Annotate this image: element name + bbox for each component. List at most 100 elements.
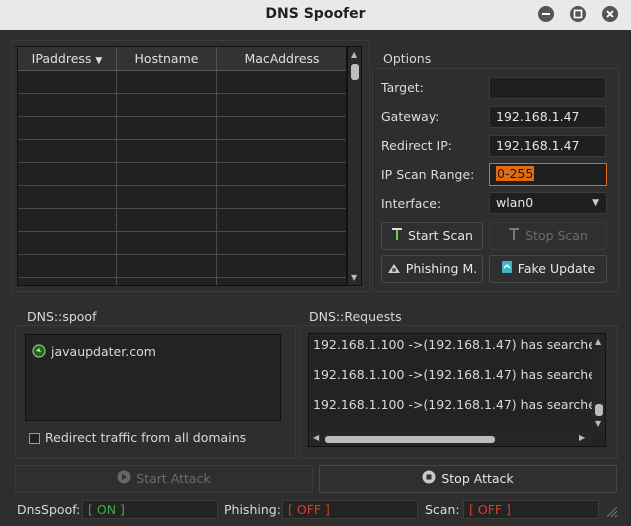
column-header-hostname[interactable]: Hostname bbox=[117, 47, 217, 71]
phishing-button[interactable]: Phishing M. bbox=[381, 255, 483, 283]
close-button[interactable] bbox=[602, 6, 618, 22]
maximize-icon bbox=[573, 9, 583, 19]
table-cell[interactable] bbox=[18, 71, 117, 94]
table-cell[interactable] bbox=[18, 140, 117, 163]
column-header-ipaddress[interactable]: IPaddress ▼ bbox=[18, 47, 117, 71]
table-cell[interactable] bbox=[117, 209, 217, 232]
table-cell[interactable] bbox=[217, 163, 346, 186]
play-icon bbox=[117, 467, 131, 493]
options-title: Options bbox=[383, 51, 432, 66]
gateway-label: Gateway: bbox=[381, 109, 440, 124]
phishing-status-value: [ OFF ] bbox=[282, 500, 418, 519]
dns-requests-title: DNS::Requests bbox=[309, 309, 402, 324]
table-cell[interactable] bbox=[217, 140, 346, 163]
title-bar: DNS Spoofer bbox=[0, 0, 631, 30]
update-icon bbox=[501, 257, 513, 283]
scroll-right-icon[interactable]: ▶ bbox=[579, 433, 585, 442]
scroll-thumb[interactable] bbox=[595, 404, 603, 416]
table-cell[interactable] bbox=[18, 163, 117, 186]
requests-hscrollbar[interactable]: ◀ ▶ bbox=[309, 432, 592, 446]
table-cell[interactable] bbox=[117, 186, 217, 209]
list-item[interactable]: javaupdater.com bbox=[32, 344, 156, 361]
scroll-thumb[interactable] bbox=[325, 436, 495, 443]
scan-status-value: [ OFF ] bbox=[463, 500, 599, 519]
table-cell[interactable] bbox=[217, 186, 346, 209]
requests-list[interactable]: 192.168.1.100 ->(192.168.1.47) has searc… bbox=[308, 333, 606, 447]
list-item[interactable]: 192.168.1.100 ->(192.168.1.47) has searc… bbox=[313, 367, 604, 382]
column-header-macaddress[interactable]: MacAddress bbox=[217, 47, 346, 71]
table-cell[interactable] bbox=[217, 278, 346, 285]
minimize-icon bbox=[542, 13, 550, 15]
table-cell[interactable] bbox=[117, 232, 217, 255]
fake-update-button[interactable]: Fake Update bbox=[489, 255, 607, 283]
table-cell[interactable] bbox=[117, 255, 217, 278]
interface-value: wlan0 bbox=[496, 195, 534, 210]
table-cell[interactable] bbox=[117, 71, 217, 94]
list-item[interactable]: 192.168.1.100 ->(192.168.1.47) has searc… bbox=[313, 397, 604, 412]
interface-label: Interface: bbox=[381, 196, 442, 211]
dns-spoof-title: DNS::spoof bbox=[27, 309, 97, 324]
scan-status-label: Scan: bbox=[425, 502, 460, 517]
host-table[interactable]: IPaddress ▼ Hostname MacAddress bbox=[17, 46, 347, 286]
table-cell[interactable] bbox=[18, 255, 117, 278]
chevron-down-icon: ▼ bbox=[592, 198, 599, 208]
close-icon bbox=[606, 10, 614, 18]
target-label: Target: bbox=[381, 80, 424, 95]
resize-grip-icon[interactable] bbox=[604, 504, 618, 521]
scan-range-value: 0-255 bbox=[496, 166, 535, 181]
scroll-up-icon[interactable]: ▲ bbox=[595, 337, 601, 346]
redirect-all-checkbox[interactable] bbox=[29, 433, 40, 444]
globe-icon bbox=[32, 344, 46, 361]
start-attack-button[interactable]: Start Attack bbox=[15, 465, 313, 493]
redirect-ip-input[interactable]: 192.168.1.47 bbox=[489, 135, 606, 157]
table-cell[interactable] bbox=[18, 209, 117, 232]
table-cell[interactable] bbox=[117, 163, 217, 186]
antenna-icon bbox=[391, 224, 403, 250]
scroll-down-icon[interactable]: ▼ bbox=[595, 419, 601, 428]
scroll-down-icon[interactable]: ▼ bbox=[351, 273, 357, 282]
table-cell[interactable] bbox=[217, 94, 346, 117]
table-cell[interactable] bbox=[117, 117, 217, 140]
phishing-status-label: Phishing: bbox=[224, 502, 281, 517]
table-cell[interactable] bbox=[18, 278, 117, 285]
list-item[interactable]: 192.168.1.100 ->(192.168.1.47) has searc… bbox=[313, 337, 604, 352]
window-title: DNS Spoofer bbox=[265, 6, 366, 22]
scan-range-input[interactable]: 0-255 bbox=[489, 163, 607, 186]
scroll-left-icon[interactable]: ◀ bbox=[313, 433, 319, 442]
table-cell[interactable] bbox=[217, 209, 346, 232]
table-cell[interactable] bbox=[217, 255, 346, 278]
phishing-icon bbox=[387, 257, 401, 283]
scroll-up-icon[interactable]: ▲ bbox=[351, 50, 357, 59]
table-header: IPaddress ▼ Hostname MacAddress bbox=[18, 47, 346, 71]
scan-range-label: IP Scan Range: bbox=[381, 167, 475, 182]
maximize-button[interactable] bbox=[570, 6, 586, 22]
table-cell[interactable] bbox=[117, 140, 217, 163]
table-cell[interactable] bbox=[18, 232, 117, 255]
table-cell[interactable] bbox=[217, 71, 346, 94]
sort-down-icon: ▼ bbox=[95, 56, 103, 66]
table-cell[interactable] bbox=[18, 186, 117, 209]
table-cell[interactable] bbox=[18, 94, 117, 117]
table-cell[interactable] bbox=[217, 232, 346, 255]
table-cell[interactable] bbox=[117, 94, 217, 117]
antenna-icon bbox=[508, 224, 520, 250]
redirect-ip-label: Redirect IP: bbox=[381, 138, 452, 153]
gateway-input[interactable]: 192.168.1.47 bbox=[489, 106, 606, 128]
minimize-button[interactable] bbox=[538, 6, 554, 22]
spoof-domain-list[interactable]: javaupdater.com bbox=[25, 334, 281, 421]
stop-scan-button[interactable]: Stop Scan bbox=[489, 222, 607, 250]
table-cell[interactable] bbox=[217, 117, 346, 140]
start-scan-button[interactable]: Start Scan bbox=[381, 222, 483, 250]
table-scrollbar[interactable]: ▲ ▼ bbox=[347, 46, 362, 286]
interface-select[interactable]: wlan0 ▼ bbox=[489, 192, 607, 214]
table-cell[interactable] bbox=[18, 117, 117, 140]
stop-icon bbox=[422, 467, 436, 493]
table-cell[interactable] bbox=[117, 278, 217, 285]
dnsspoof-status-label: DnsSpoof: bbox=[17, 502, 81, 517]
dnsspoof-status-value: [ ON ] bbox=[82, 500, 218, 519]
stop-attack-button[interactable]: Stop Attack bbox=[319, 465, 617, 493]
target-input[interactable] bbox=[489, 77, 606, 99]
requests-vscrollbar[interactable]: ▲ ▼ bbox=[592, 334, 605, 432]
scroll-thumb[interactable] bbox=[351, 64, 359, 80]
redirect-all-label: Redirect traffic from all domains bbox=[45, 430, 247, 445]
